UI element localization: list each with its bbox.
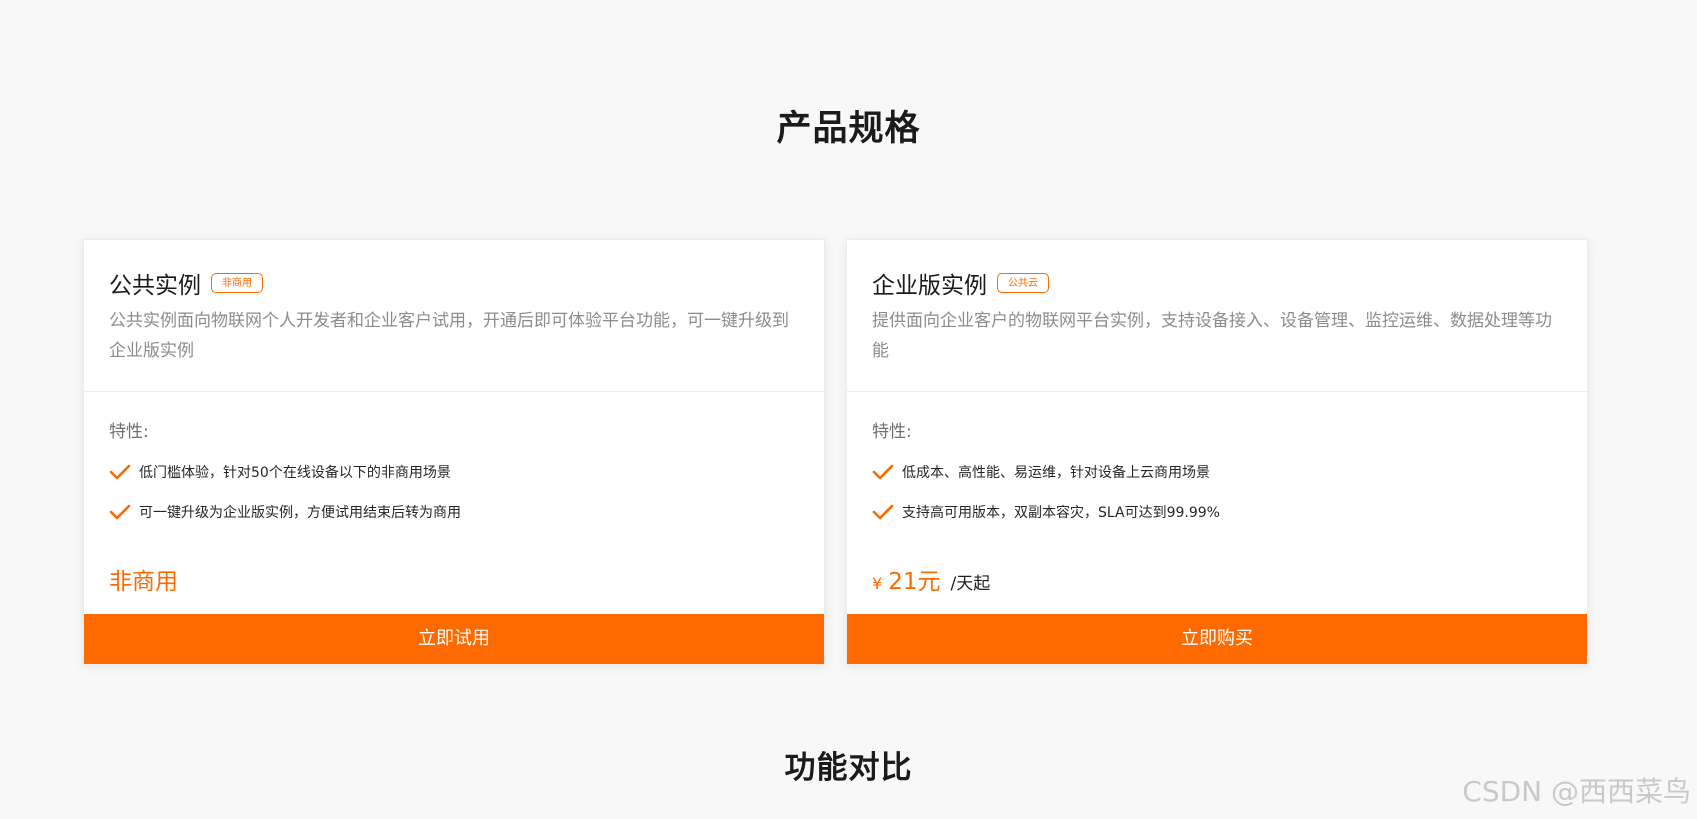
price-amount: 21元 (888, 569, 941, 595)
card-title: 企业版实例 (872, 273, 987, 299)
check-icon (872, 464, 894, 480)
feature-text: 低成本、高性能、易运维，针对设备上云商用场景 (902, 465, 1210, 481)
price-unit: /天起 (950, 574, 991, 594)
feature-item: 低门槛体验，针对50个在线设备以下的非商用场景 (109, 460, 799, 484)
tag-badge: 非商用 (211, 273, 263, 293)
feature-text: 可一键升级为企业版实例，方便试用结束后转为商用 (139, 505, 461, 521)
check-icon (872, 504, 894, 520)
card-title-row: 公共实例 非商用 (109, 268, 799, 299)
card-description: 公共实例面向物联网个人开发者和企业客户试用，开通后即可体验平台功能，可一键升级到… (109, 311, 789, 361)
card-body: 特性: 低门槛体验，针对50个在线设备以下的非商用场景 可一键升级为企业版实例，… (84, 392, 824, 596)
check-icon (109, 464, 131, 480)
card-enterprise-instance: 企业版实例 公共云 提供面向企业客户的物联网平台实例，支持设备接入、设备管理、监… (846, 239, 1588, 665)
card-body: 特性: 低成本、高性能、易运维，针对设备上云商用场景 支持高可用版本，双副本容灾… (847, 392, 1587, 596)
section-title-compare: 功能对比 (784, 750, 913, 786)
card-header: 公共实例 非商用 公共实例面向物联网个人开发者和企业客户试用，开通后即可体验平台… (84, 240, 824, 392)
tag-badge: 公共云 (997, 273, 1049, 293)
page-title-specs: 产品规格 (776, 109, 921, 149)
card-title-row: 企业版实例 公共云 (872, 268, 1562, 299)
card-title: 公共实例 (109, 273, 201, 299)
try-now-button[interactable]: 立即试用 (84, 614, 824, 664)
buy-now-button[interactable]: 立即购买 (847, 614, 1587, 664)
features-label: 特性: (109, 422, 149, 442)
card-header: 企业版实例 公共云 提供面向企业客户的物联网平台实例，支持设备接入、设备管理、监… (847, 240, 1587, 392)
feature-item: 支持高可用版本，双副本容灾，SLA可达到99.99% (872, 500, 1562, 524)
feature-text: 支持高可用版本，双副本容灾，SLA可达到99.99% (902, 505, 1220, 521)
feature-item: 可一键升级为企业版实例，方便试用结束后转为商用 (109, 500, 799, 524)
features-label: 特性: (872, 422, 912, 442)
price: 非商用 (109, 562, 799, 596)
price-currency: ¥ (872, 574, 883, 593)
price-text: 非商用 (109, 569, 178, 595)
card-description: 提供面向企业客户的物联网平台实例，支持设备接入、设备管理、监控运维、数据处理等功… (872, 311, 1552, 361)
price: ¥ 21元 /天起 (872, 562, 1562, 596)
card-public-instance: 公共实例 非商用 公共实例面向物联网个人开发者和企业客户试用，开通后即可体验平台… (83, 239, 825, 665)
feature-item: 低成本、高性能、易运维，针对设备上云商用场景 (872, 460, 1562, 484)
feature-text: 低门槛体验，针对50个在线设备以下的非商用场景 (139, 465, 451, 481)
watermark: CSDN @西西菜鸟 (1462, 775, 1691, 808)
check-icon (109, 504, 131, 520)
